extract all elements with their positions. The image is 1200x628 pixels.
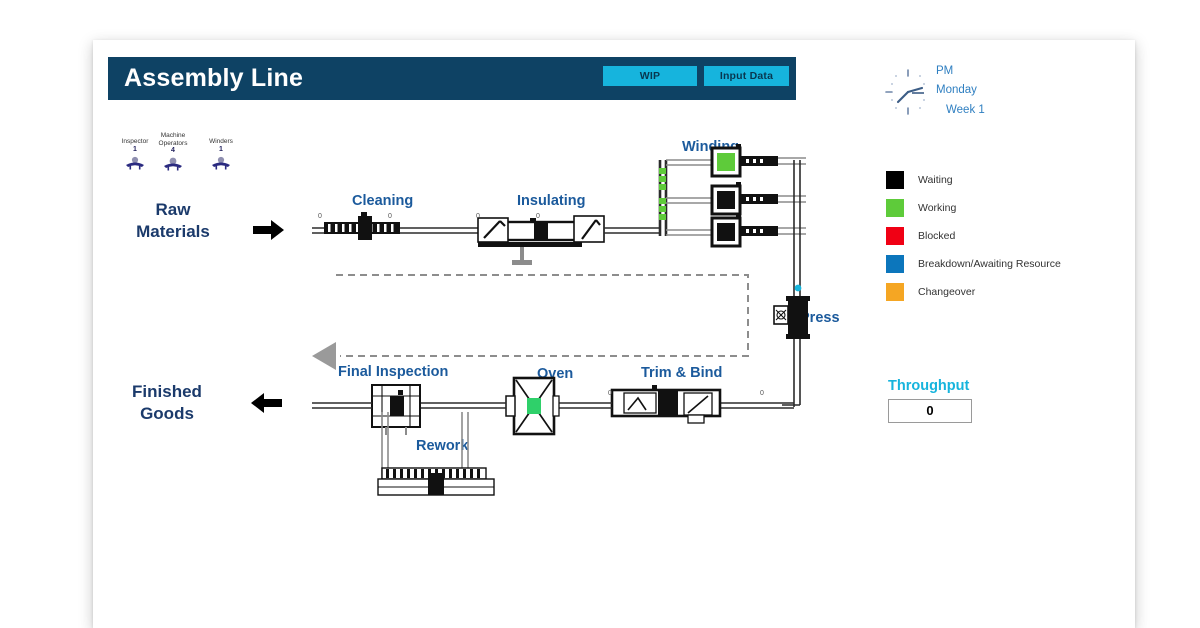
- winding-line-3: [666, 214, 806, 248]
- legend-swatch-waiting: [886, 171, 904, 189]
- throughput-label: Throughput: [888, 378, 970, 394]
- cleaning-status-block: [358, 216, 372, 240]
- clock-icon: [885, 69, 925, 115]
- clock-day: Monday: [936, 84, 977, 96]
- process-flow-diagram: 0 0 0 0 0 0: [312, 144, 810, 496]
- press-status-block: [788, 300, 808, 334]
- legend-item-breakdown: Breakdown/Awaiting Resource: [886, 250, 1086, 278]
- legend-item-changeover: Changeover: [886, 278, 1086, 306]
- status-legend: Waiting Working Blocked Breakdown/Awaiti…: [886, 166, 1086, 306]
- legend-label-changeover: Changeover: [918, 286, 976, 298]
- final-inspection-outfeed: [312, 402, 372, 409]
- station-press: [773, 284, 810, 339]
- screenshot-root: Assembly Line WIP Input Data PM Monday W…: [0, 0, 1200, 628]
- page-title: Assembly Line: [124, 64, 304, 92]
- legend-swatch-changeover: [886, 283, 904, 301]
- legend-label-blocked: Blocked: [918, 230, 956, 242]
- input-data-button[interactable]: Input Data: [704, 66, 789, 86]
- press-indicator-dot: [794, 284, 802, 292]
- legend-item-blocked: Blocked: [886, 222, 1086, 250]
- station-trim-bind: [610, 385, 722, 424]
- bottom-conveyor-line: [710, 402, 794, 409]
- throughput-value: 0: [888, 399, 972, 423]
- counter-cleaning-mid: 0: [388, 213, 392, 220]
- legend-label-waiting: Waiting: [918, 174, 953, 186]
- dashed-return-path: [336, 274, 749, 357]
- dashed-path-arrowhead: [312, 342, 336, 370]
- winding-3-status-block: [717, 223, 735, 241]
- station-rework: [377, 467, 495, 496]
- trim-infeed: [552, 402, 612, 409]
- clock-ampm: PM: [936, 65, 954, 77]
- insulating-outfeed: [604, 227, 660, 234]
- oven-status-block: [527, 398, 541, 414]
- counter-insulating-mid: 0: [536, 213, 540, 220]
- legend-label-breakdown: Breakdown/Awaiting Resource: [918, 258, 1061, 270]
- final-inspection-status-block: [390, 396, 404, 416]
- winding-1-status-block: [717, 153, 735, 171]
- counter-cleaning-in: 0: [318, 213, 322, 220]
- rework-status-block: [428, 473, 444, 495]
- app-header-bar: Assembly Line WIP Input Data: [108, 57, 796, 100]
- cleaning-outfeed: [400, 227, 478, 234]
- counter-trim-out: 0: [760, 390, 764, 397]
- station-oven: [505, 376, 560, 436]
- clock-week: Week 1: [946, 104, 985, 116]
- simulation-clock: PM Monday Week 1: [880, 62, 1080, 124]
- legend-item-working: Working: [886, 194, 1086, 222]
- legend-swatch-blocked: [886, 227, 904, 245]
- winding-line-1: [666, 144, 806, 178]
- counter-oven-out: 0: [608, 390, 612, 397]
- throughput-panel: Throughput 0: [888, 378, 1018, 423]
- legend-label-working: Working: [918, 202, 957, 214]
- trim-bind-status-block: [658, 390, 678, 416]
- counter-insulating-in: 0: [476, 213, 480, 220]
- wip-button[interactable]: WIP: [603, 66, 697, 86]
- right-vertical-line: [782, 160, 801, 407]
- station-final-inspection: [371, 384, 421, 435]
- legend-swatch-breakdown: [886, 255, 904, 273]
- legend-item-waiting: Waiting: [886, 166, 1086, 194]
- winding-2-status-block: [717, 191, 735, 209]
- legend-swatch-working: [886, 199, 904, 217]
- winding-line-2: [666, 182, 806, 216]
- oven-infeed: [418, 402, 506, 409]
- insulating-status-block: [534, 222, 548, 240]
- station-insulating: [477, 215, 605, 265]
